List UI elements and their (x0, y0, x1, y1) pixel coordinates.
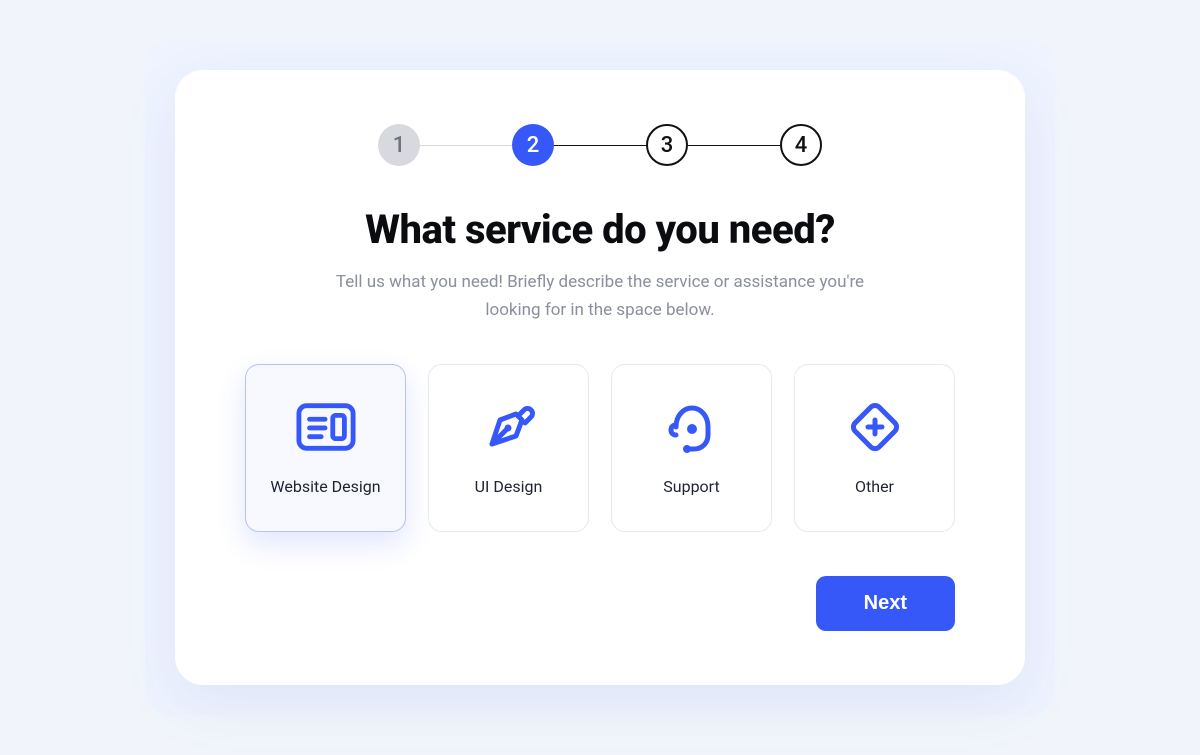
stepper: 1 2 3 4 (245, 124, 955, 166)
step-connector (688, 145, 780, 147)
wizard-footer: Next (245, 576, 955, 631)
step-number: 1 (393, 133, 406, 158)
option-label: Other (855, 477, 894, 496)
option-support[interactable]: Support (611, 364, 772, 532)
step-2[interactable]: 2 (512, 124, 554, 166)
headset-icon (662, 399, 722, 455)
next-button[interactable]: Next (816, 576, 955, 631)
option-website-design[interactable]: Website Design (245, 364, 406, 532)
wizard-card: 1 2 3 4 What service do you need? Tell u… (175, 70, 1025, 684)
option-label: Website Design (270, 477, 380, 496)
option-label: Support (663, 477, 719, 496)
option-label: UI Design (475, 477, 543, 496)
diamond-plus-icon (845, 399, 905, 455)
page-subtitle: Tell us what you need! Briefly describe … (330, 269, 870, 323)
page-background: 1 2 3 4 What service do you need? Tell u… (145, 40, 1055, 714)
step-1[interactable]: 1 (378, 124, 420, 166)
step-3[interactable]: 3 (646, 124, 688, 166)
step-4[interactable]: 4 (780, 124, 822, 166)
service-options: Website Design UI Design (245, 364, 955, 532)
option-other[interactable]: Other (794, 364, 955, 532)
layout-icon (296, 399, 356, 455)
page-title: What service do you need? (245, 206, 955, 253)
step-number: 2 (527, 133, 540, 158)
step-connector (554, 145, 646, 147)
step-number: 3 (661, 133, 674, 158)
step-connector (420, 145, 512, 147)
pen-nib-icon (479, 399, 539, 455)
option-ui-design[interactable]: UI Design (428, 364, 589, 532)
step-number: 4 (795, 133, 808, 158)
